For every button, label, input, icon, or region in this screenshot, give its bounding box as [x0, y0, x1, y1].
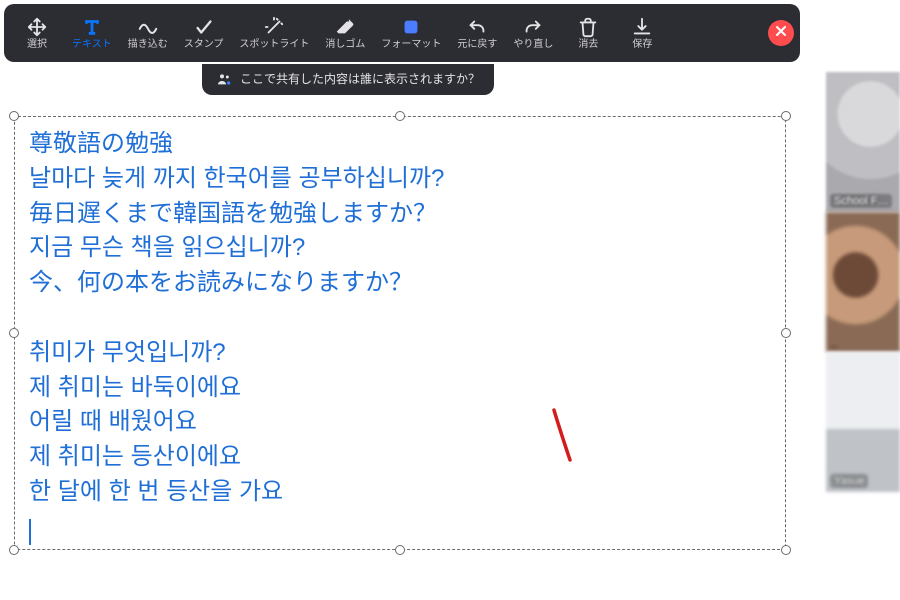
participant-name: Yasue	[830, 474, 868, 488]
stamp-tool[interactable]: スタンプ	[176, 8, 232, 58]
download-icon	[631, 16, 653, 38]
redo-icon	[522, 16, 544, 38]
select-tool[interactable]: 選択	[10, 8, 64, 58]
redo-tool[interactable]: やり直し	[505, 8, 561, 58]
spotlight-tool[interactable]: スポットライト	[231, 8, 317, 58]
trash-icon	[577, 16, 599, 38]
resize-handle-br[interactable]	[781, 545, 791, 555]
participant-name	[830, 346, 838, 348]
check-icon	[193, 16, 215, 38]
text-caret	[29, 519, 31, 545]
resize-handle-tm[interactable]	[395, 111, 405, 121]
participant-tile[interactable]: School F…	[826, 72, 900, 212]
redo-label: やり直し	[513, 40, 553, 50]
share-privacy-text: ここで共有した内容は誰に表示されますか？	[240, 70, 480, 87]
text-label: テキスト	[72, 40, 112, 50]
resize-handle-tr[interactable]	[781, 111, 791, 121]
undo-tool[interactable]: 元に戻す	[449, 8, 505, 58]
save-tool[interactable]: 保存	[615, 8, 669, 58]
select-label: 選択	[27, 40, 47, 50]
resize-handle-bm[interactable]	[395, 545, 405, 555]
clear-tool[interactable]: 消去	[561, 8, 615, 58]
stamp-label: スタンプ	[184, 40, 224, 50]
text-tool[interactable]: テキスト	[64, 8, 120, 58]
people-icon	[216, 71, 232, 87]
resize-handle-lm[interactable]	[9, 328, 19, 338]
participant-tile[interactable]	[826, 212, 900, 352]
annotation-text-frame[interactable]: 尊敬語の勉強 날마다 늦게 까지 한국어를 공부하십니까? 毎日遅くまで韓国語を…	[14, 116, 786, 550]
format-label: フォーマット	[381, 40, 441, 50]
undo-icon	[466, 16, 488, 38]
save-label: 保存	[632, 40, 652, 50]
format-tool[interactable]: フォーマット	[373, 8, 449, 58]
participants-panel: School F… Yasue	[826, 72, 900, 492]
clear-label: 消去	[578, 40, 598, 50]
undo-label: 元に戻す	[457, 40, 497, 50]
eraser-icon	[334, 16, 356, 38]
eraser-label: 消しゴム	[325, 40, 365, 50]
spotlight-label: スポットライト	[239, 40, 309, 50]
share-privacy-notice[interactable]: ここで共有した内容は誰に表示されますか？	[202, 64, 494, 95]
close-icon	[775, 24, 787, 42]
move-icon	[26, 16, 48, 38]
draw-tool[interactable]: 描き込む	[120, 8, 176, 58]
resize-handle-bl[interactable]	[9, 545, 19, 555]
annotation-toolbar: 選択 テキスト 描き込む スタンプ スポットライト 消しゴム フ	[4, 4, 800, 62]
wave-icon	[137, 16, 159, 38]
text-icon	[81, 16, 103, 38]
participant-tile[interactable]: Yasue	[826, 352, 900, 492]
resize-handle-tl[interactable]	[9, 111, 19, 121]
participant-name: School F…	[830, 194, 892, 208]
annotation-text-content[interactable]: 尊敬語の勉強 날마다 늦게 까지 한국어를 공부하십니까? 毎日遅くまで韓国語を…	[29, 127, 771, 545]
close-toolbar-button[interactable]	[768, 20, 794, 46]
square-icon	[400, 16, 422, 38]
eraser-tool[interactable]: 消しゴム	[317, 8, 373, 58]
resize-handle-rm[interactable]	[781, 328, 791, 338]
draw-label: 描き込む	[128, 40, 168, 50]
wand-icon	[263, 16, 285, 38]
